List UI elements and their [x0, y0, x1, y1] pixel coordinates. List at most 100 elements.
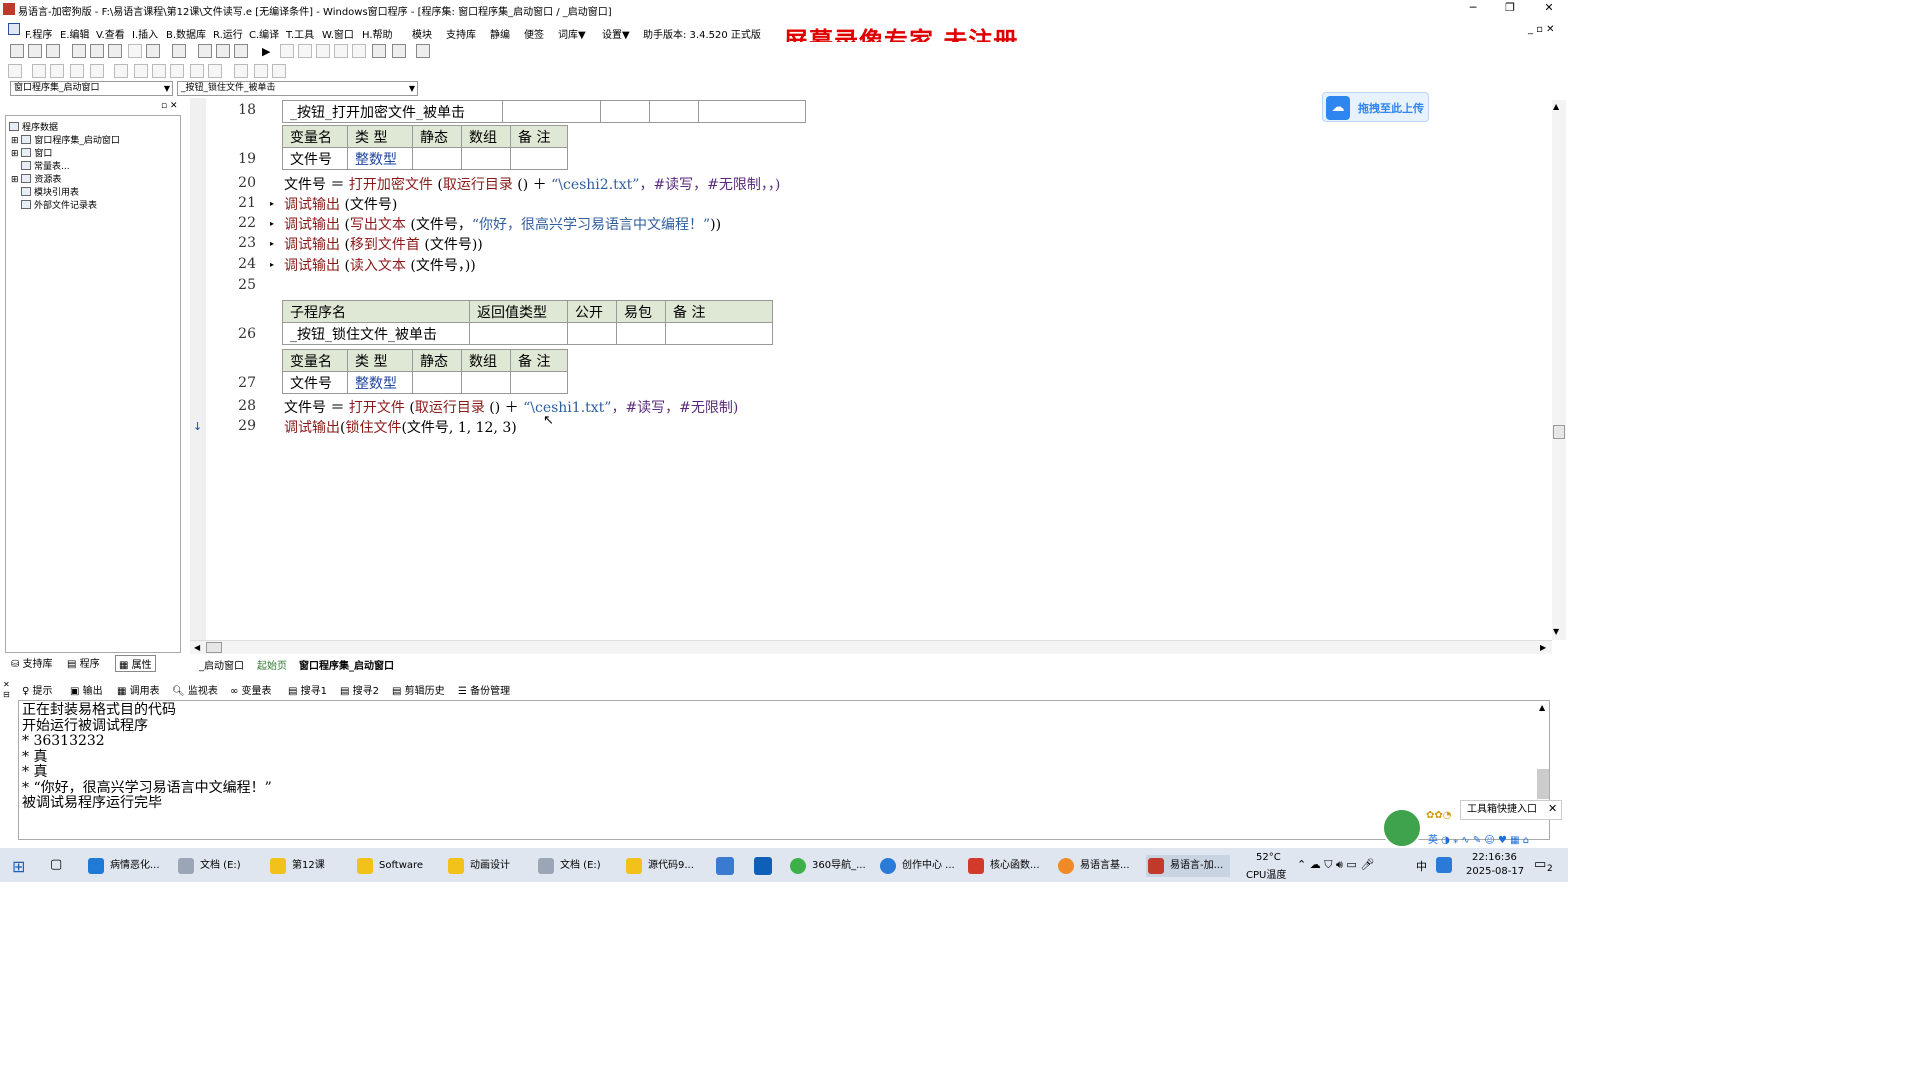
sub-combo[interactable]: _按钮_锁住文件_被单击 ▼: [177, 81, 418, 96]
sub-name-cell[interactable]: _按钮_锁住文件_被单击: [282, 322, 470, 345]
notification-icon[interactable]: ▭: [1534, 857, 1546, 872]
mascot-icon[interactable]: [1382, 808, 1422, 848]
epack-cell[interactable]: [616, 322, 666, 345]
tab-clip-history[interactable]: ▤ 剪辑历史: [392, 682, 445, 697]
var-static-cell[interactable]: [412, 147, 462, 170]
layout-2-icon[interactable]: [216, 44, 230, 58]
tab-output[interactable]: ▣ 输出: [70, 682, 103, 697]
tree-item-class[interactable]: ⊞ 窗口程序集_启动窗口: [11, 133, 120, 146]
sub-name-cell[interactable]: _按钮_打开加密文件_被单击: [282, 100, 503, 123]
menu-support-lib[interactable]: 支持库: [446, 26, 476, 41]
tray-icons[interactable]: ⌃ ☁ ⛉ 🔊︎ ▭ 🎤︎: [1297, 858, 1374, 872]
taskbar-item[interactable]: 源代码9...: [624, 855, 706, 877]
minimize-button[interactable]: ─: [1458, 1, 1488, 17]
var-note-cell[interactable]: [510, 371, 568, 394]
expand-arrow-icon[interactable]: ▸: [270, 239, 274, 248]
scroll-right-icon[interactable]: ▶: [1540, 643, 1546, 652]
step-2-icon[interactable]: [316, 44, 330, 58]
taskbar-item[interactable]: 创作中心 ...: [878, 855, 960, 877]
taskbar-item[interactable]: 文档 (E:): [176, 855, 256, 877]
tab-watch[interactable]: 🔍︎ 监视表: [172, 682, 218, 697]
var-type-cell[interactable]: 整数型: [347, 371, 413, 394]
store-icon[interactable]: [716, 857, 734, 875]
scroll-left-icon[interactable]: ◀: [194, 643, 200, 652]
public-cell[interactable]: [600, 100, 650, 123]
code-line-22[interactable]: 调试输出 (写出文本 (文件号，“你好，很高兴学习易语言中文编程！”)): [284, 214, 721, 234]
tree-item-window[interactable]: ⊞ 窗口: [11, 146, 52, 159]
align-10-icon[interactable]: [190, 64, 204, 78]
input-method-icon[interactable]: [1436, 857, 1452, 873]
close-button[interactable]: ✕: [1534, 1, 1564, 17]
epack-cell[interactable]: [649, 100, 699, 123]
windows-start-icon[interactable]: ⊞: [12, 857, 25, 876]
align-4-icon[interactable]: [70, 64, 84, 78]
stop-icon[interactable]: [280, 44, 294, 58]
assistant-toolbar[interactable]: 英 ◑ ⁎ ∿ ✎ ☺ ♥ ▦ ⌂: [1428, 831, 1529, 846]
menu-insert[interactable]: I.插入: [132, 26, 158, 41]
menu-help[interactable]: H.帮助: [362, 26, 393, 41]
step-1-icon[interactable]: [298, 44, 312, 58]
tab-hint[interactable]: ♀ 提示: [22, 682, 53, 697]
toolbox-shortcut[interactable]: 工具箱快捷入口: [1460, 800, 1562, 820]
tab-call-stack[interactable]: ▦ 调用表: [117, 682, 160, 697]
taskbar-item-active[interactable]: 易语言-加...: [1146, 855, 1230, 877]
close-icon[interactable]: ✕: [1548, 802, 1557, 815]
code-line-20[interactable]: 文件号 ＝ 打开加密文件 (取运行目录 () ＋ “\ceshi2.txt”，#…: [284, 174, 780, 194]
align-6-icon[interactable]: [114, 64, 128, 78]
task-view-icon[interactable]: ▢: [50, 857, 62, 872]
tab-start-page[interactable]: 起始页: [252, 656, 292, 673]
return-type-cell[interactable]: [502, 100, 601, 123]
tab-variables[interactable]: ∞ 变量表: [230, 682, 272, 697]
step-3-icon[interactable]: [334, 44, 348, 58]
menu-database[interactable]: B.数据库: [166, 26, 206, 41]
tab-program[interactable]: ▤ 程序: [67, 655, 100, 670]
class-combo[interactable]: 窗口程序集_启动窗口 ▼: [10, 81, 173, 96]
tree-item-constants[interactable]: 常量表...: [21, 159, 70, 172]
tab-search-1[interactable]: ▤ 搜寻1: [288, 682, 327, 697]
cut-icon[interactable]: [72, 44, 86, 58]
var-type-cell[interactable]: 整数型: [347, 147, 413, 170]
new-file-icon[interactable]: [10, 44, 24, 58]
code-line-21[interactable]: 调试输出 (文件号): [284, 194, 397, 214]
scroll-up-icon[interactable]: ▲: [1539, 703, 1545, 712]
menu-view[interactable]: V.查看: [96, 26, 125, 41]
align-3-icon[interactable]: [50, 64, 64, 78]
expand-arrow-icon[interactable]: ▸: [270, 260, 274, 269]
mdi-controls[interactable]: _ ▫ ✕: [1528, 24, 1555, 35]
menu-edit[interactable]: E.编辑: [60, 26, 90, 41]
align-2-icon[interactable]: [32, 64, 46, 78]
pin-icon[interactable]: ⊟: [3, 690, 10, 699]
code-line-24[interactable]: 调试输出 (读入文本 (文件号，)): [284, 255, 476, 275]
tree-item-resources[interactable]: ⊞ 资源表: [11, 172, 61, 185]
layout-1-icon[interactable]: [198, 44, 212, 58]
code-line-23[interactable]: 调试输出 (移到文件首 (文件号)): [284, 234, 483, 254]
expand-arrow-icon[interactable]: ▸: [270, 219, 274, 228]
var-static-cell[interactable]: [412, 371, 462, 394]
taskbar-item[interactable]: 动画设计: [446, 855, 526, 877]
tab-support-lib[interactable]: ⛁ 支持库: [11, 655, 53, 670]
menu-notes[interactable]: 便签: [524, 26, 544, 41]
redo-icon[interactable]: [128, 44, 142, 58]
breakpoint-icon[interactable]: [372, 44, 386, 58]
run-icon[interactable]: ▶: [262, 45, 270, 58]
menu-settings[interactable]: 设置▼: [602, 26, 630, 41]
align-9-icon[interactable]: [170, 64, 184, 78]
taskbar-item[interactable]: 易语言基...: [1056, 855, 1138, 877]
undo-icon[interactable]: [146, 44, 160, 58]
step-4-icon[interactable]: [352, 44, 366, 58]
menu-module[interactable]: 模块: [412, 26, 432, 41]
hand-icon[interactable]: [392, 44, 406, 58]
align-11-icon[interactable]: [208, 64, 222, 78]
menu-run[interactable]: R.运行: [213, 26, 243, 41]
tree-item-module-refs[interactable]: 模块引用表: [21, 185, 79, 198]
tab-start-window[interactable]: _启动窗口: [194, 656, 249, 673]
public-cell[interactable]: [567, 322, 617, 345]
taskbar-item[interactable]: 第12课: [268, 855, 348, 877]
align-5-icon[interactable]: [90, 64, 104, 78]
code-line-28[interactable]: 文件号 ＝ 打开文件 (取运行目录 () ＋ “\ceshi1.txt”，#读写…: [284, 397, 738, 417]
upload-widget[interactable]: ☁ 拖拽至此上传: [1322, 92, 1429, 122]
plugin-icon[interactable]: [416, 44, 430, 58]
tab-backup[interactable]: ☰ 备份管理: [458, 682, 510, 697]
var-array-cell[interactable]: [461, 147, 511, 170]
align-1-icon[interactable]: [8, 64, 22, 78]
